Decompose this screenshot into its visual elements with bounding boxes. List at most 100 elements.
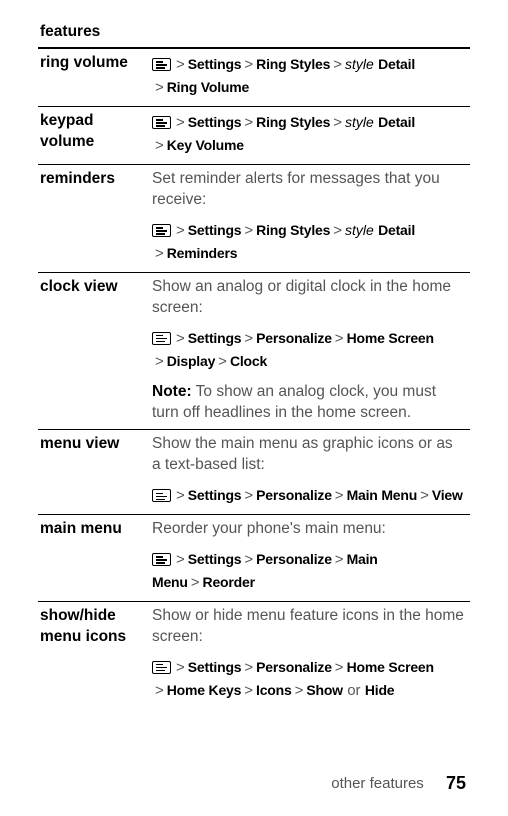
path-separator: > [241,114,256,131]
path-separator: > [330,222,345,239]
path-separator: > [241,682,256,699]
path-segment: Personalize [256,659,332,675]
path-segment: Ring Volume [167,79,249,95]
path-segment: Hide [365,682,395,698]
menu-key-icon [152,553,171,566]
path-segment: Settings [188,330,242,346]
table-header: features [38,18,470,48]
path-separator: > [332,487,347,504]
table-row: menu viewShow the main menu as graphic i… [38,430,470,514]
path-segment: Detail [378,56,415,72]
feature-name: main menu [38,514,150,601]
path-segment: Ring Styles [256,114,330,130]
page-number: 75 [446,773,466,793]
path-style-placeholder: style [345,56,374,72]
feature-note: Note: To show an analog clock, you must … [152,382,464,424]
page-footer: other features 75 [331,773,466,794]
path-separator: > [152,682,167,699]
menu-key-icon [152,489,171,502]
path-separator: > [241,487,256,504]
path-segment: Detail [378,114,415,130]
path-separator: > [215,353,230,370]
path-segment: Show [306,682,343,698]
path-segment: Clock [230,353,267,369]
feature-description: Show the main menu as graphic icons or a… [152,434,464,476]
note-label: Note: [152,383,192,400]
path-segment: Main Menu [347,487,418,503]
path-segment: Icons [256,682,292,698]
path-separator: > [188,574,203,591]
path-separator: > [241,56,256,73]
path-segment: Detail [378,222,415,238]
path-separator: > [173,56,188,73]
path-segment: Settings [188,659,242,675]
path-segment: Settings [188,551,242,567]
path-segment: Personalize [256,487,332,503]
menu-path: >Settings>Ring Styles>style Detail>Key V… [152,111,464,158]
path-separator: > [417,487,432,504]
table-row: keypad volume>Settings>Ring Styles>style… [38,106,470,164]
path-separator: > [332,330,347,347]
path-or: or [347,682,360,699]
path-separator: > [173,330,188,347]
path-segment: Key Volume [167,137,244,153]
path-separator: > [152,79,167,96]
path-separator: > [152,353,167,370]
path-separator: > [152,245,167,262]
feature-description: Set reminder alerts for messages that yo… [152,169,464,211]
path-separator: > [241,222,256,239]
feature-name: show/hide menu icons [38,601,150,708]
menu-path: >Settings>Ring Styles>style Detail>Ring … [152,53,464,100]
table-row: show/hide menu iconsShow or hide menu fe… [38,601,470,708]
path-separator: > [330,56,345,73]
path-segment: Personalize [256,330,332,346]
feature-detail: >Settings>Ring Styles>style Detail>Ring … [150,48,470,107]
path-segment: Ring Styles [256,222,330,238]
feature-name: ring volume [38,48,150,107]
feature-name: keypad volume [38,106,150,164]
path-separator: > [173,551,188,568]
path-separator: > [173,222,188,239]
path-segment: Settings [188,56,242,72]
feature-name: reminders [38,164,150,272]
path-separator: > [241,551,256,568]
features-table: features ring volume>Settings>Ring Style… [38,18,470,709]
menu-key-icon [152,58,171,71]
feature-detail: Show an analog or digital clock in the h… [150,272,470,430]
feature-detail: Show the main menu as graphic icons or a… [150,430,470,514]
feature-name: clock view [38,272,150,430]
feature-detail: Reorder your phone's main menu:>Settings… [150,514,470,601]
menu-path: >Settings>Ring Styles>style Detail>Remin… [152,219,464,266]
path-segment: Personalize [256,551,332,567]
path-style-placeholder: style [345,222,374,238]
path-segment: Reminders [167,245,238,261]
path-separator: > [332,551,347,568]
path-segment: Home Keys [167,682,241,698]
path-separator: > [292,682,307,699]
path-segment: Home Screen [347,330,434,346]
path-separator: > [330,114,345,131]
feature-detail: >Settings>Ring Styles>style Detail>Key V… [150,106,470,164]
feature-description: Show an analog or digital clock in the h… [152,277,464,319]
path-segment: Settings [188,487,242,503]
menu-key-icon [152,332,171,345]
path-separator: > [332,659,347,676]
feature-description: Reorder your phone's main menu: [152,519,464,540]
footer-label: other features [331,775,424,792]
menu-key-icon [152,661,171,674]
path-separator: > [241,659,256,676]
path-segment: Settings [188,222,242,238]
path-segment: Settings [188,114,242,130]
path-segment: Ring Styles [256,56,330,72]
path-separator: > [241,330,256,347]
feature-description: Show or hide menu feature icons in the h… [152,606,464,648]
feature-name: menu view [38,430,150,514]
note-text: To show an analog clock, you must turn o… [152,383,436,421]
path-style-placeholder: style [345,114,374,130]
table-row: clock viewShow an analog or digital cloc… [38,272,470,430]
menu-path: >Settings>Personalize>Main Menu>View [152,484,464,508]
menu-key-icon [152,224,171,237]
feature-detail: Show or hide menu feature icons in the h… [150,601,470,708]
table-row: remindersSet reminder alerts for message… [38,164,470,272]
menu-path: >Settings>Personalize>Home Screen>Home K… [152,656,464,703]
